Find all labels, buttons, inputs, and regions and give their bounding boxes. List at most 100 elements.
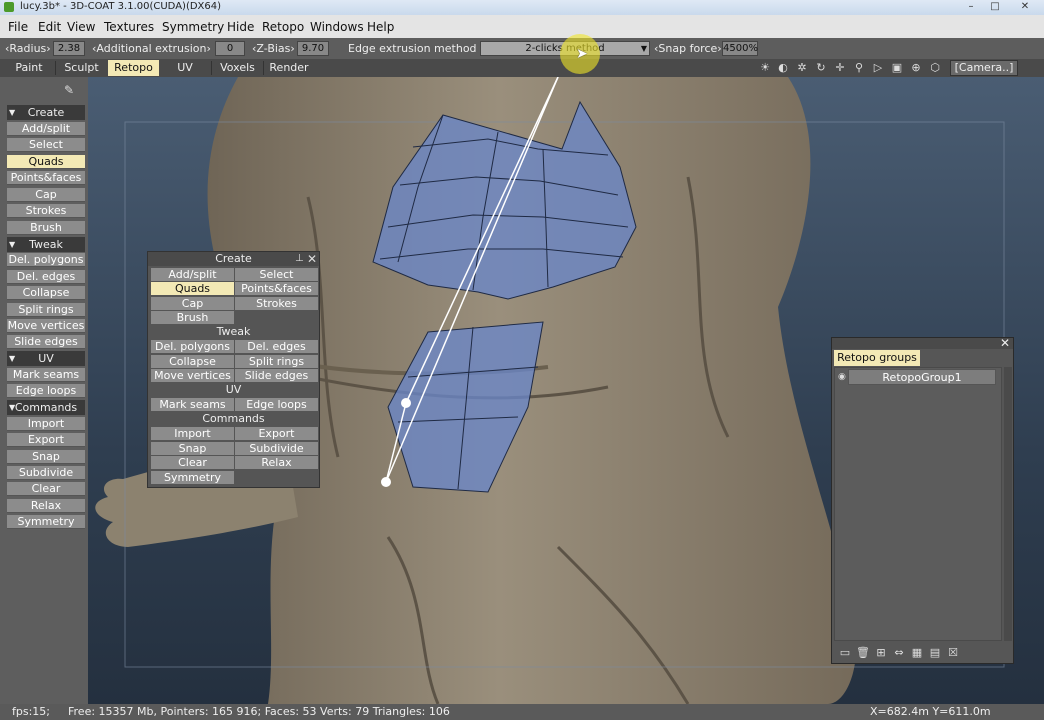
close-icon[interactable]: ✕ xyxy=(1000,336,1010,350)
float-select[interactable]: Select xyxy=(235,268,318,281)
new-layer-icon[interactable]: ▭ xyxy=(838,646,852,660)
tool-brush[interactable]: Brush xyxy=(7,221,85,235)
move-icon[interactable]: ✛ xyxy=(833,61,847,75)
tool-split-rings[interactable]: Split rings xyxy=(7,303,85,317)
float-move-vertices[interactable]: Move vertices xyxy=(151,369,234,382)
target-icon[interactable]: ⊕ xyxy=(909,61,923,75)
create-section-label: Create xyxy=(27,106,65,119)
rotate-icon[interactable]: ↻ xyxy=(814,61,828,75)
panel-title[interactable]: Create xyxy=(148,252,319,266)
float-clear[interactable]: Clear xyxy=(151,456,234,469)
float-quads[interactable]: Quads xyxy=(151,282,234,295)
menu-view[interactable]: View xyxy=(67,20,95,34)
half-circle-icon[interactable]: ◐ xyxy=(776,61,790,75)
menu-help[interactable]: Help xyxy=(367,20,394,34)
create-section-header[interactable]: ▼ Create xyxy=(7,105,85,120)
tweak-section-header[interactable]: ▼ Tweak xyxy=(7,237,85,252)
menu-textures[interactable]: Textures xyxy=(104,20,154,34)
eye-icon[interactable]: ◉ xyxy=(838,372,848,382)
tool-del-edges[interactable]: Del. edges xyxy=(7,270,85,284)
menu-file[interactable]: File xyxy=(8,20,28,34)
panel-drag-strip[interactable] xyxy=(832,338,1013,349)
cube-icon[interactable]: ⬡ xyxy=(928,61,942,75)
group-row[interactable]: RetopoGroup1 xyxy=(848,369,996,385)
cmd-export[interactable]: Export xyxy=(7,433,85,447)
tab-sculpt[interactable]: Sculpt xyxy=(56,60,107,76)
layers-icon[interactable]: ▤ xyxy=(928,646,942,660)
tool-points-faces[interactable]: Points&faces xyxy=(7,171,85,185)
groups-scrollbar[interactable] xyxy=(1004,367,1012,641)
delete-icon[interactable]: 🗑 xyxy=(856,646,870,660)
tool-quads[interactable]: Quads xyxy=(7,155,85,169)
maximize-button[interactable]: □ xyxy=(984,0,1006,13)
vertex-handle[interactable] xyxy=(381,477,391,487)
vertex-handle[interactable] xyxy=(401,398,411,408)
tab-render[interactable]: Render xyxy=(264,60,314,76)
extrusion-input[interactable]: 0 xyxy=(215,41,245,56)
frame-icon[interactable]: ▣ xyxy=(890,61,904,75)
tool-cap[interactable]: Cap xyxy=(7,188,85,202)
fly-icon[interactable]: ▷ xyxy=(871,61,885,75)
camera-select[interactable]: [Camera..] xyxy=(950,60,1018,76)
float-cap[interactable]: Cap xyxy=(151,297,234,310)
menu-windows[interactable]: Windows xyxy=(310,20,364,34)
menu-symmetry[interactable]: Symmetry xyxy=(162,20,224,34)
float-slide-edges[interactable]: Slide edges xyxy=(235,369,318,382)
cmd-clear[interactable]: Clear xyxy=(7,482,85,496)
float-symmetry[interactable]: Symmetry xyxy=(151,471,234,484)
cmd-import[interactable]: Import xyxy=(7,417,85,431)
close-window-button[interactable]: ✕ xyxy=(1010,0,1040,13)
tab-voxels[interactable]: Voxels xyxy=(212,60,263,76)
float-del-edges[interactable]: Del. edges xyxy=(235,340,318,353)
float-subdivide[interactable]: Subdivide xyxy=(235,442,318,455)
menu-edit[interactable]: Edit xyxy=(38,20,61,34)
float-split-rings[interactable]: Split rings xyxy=(235,355,318,368)
menu-hide[interactable]: Hide xyxy=(227,20,254,34)
tool-add-split[interactable]: Add/split xyxy=(7,122,85,136)
cmd-snap[interactable]: Snap xyxy=(7,450,85,464)
cmd-symmetry[interactable]: Symmetry xyxy=(7,515,85,529)
menu-retopo[interactable]: Retopo xyxy=(262,20,304,34)
float-mark-seams[interactable]: Mark seams xyxy=(151,398,234,411)
radius-input[interactable]: 2.38 xyxy=(53,41,85,56)
tool-del-polygons[interactable]: Del. polygons xyxy=(7,253,85,267)
minimize-button[interactable]: – xyxy=(960,0,982,13)
clear-icon[interactable]: ☒ xyxy=(946,646,960,660)
float-points-faces[interactable]: Points&faces xyxy=(235,282,318,295)
float-snap[interactable]: Snap xyxy=(151,442,234,455)
tool-slide-edges[interactable]: Slide edges xyxy=(7,335,85,349)
grid-icon[interactable]: ▦ xyxy=(910,646,924,660)
zoom-icon[interactable]: ⚲ xyxy=(852,61,866,75)
tool-strokes[interactable]: Strokes xyxy=(7,204,85,218)
close-icon[interactable]: ✕ xyxy=(306,252,318,266)
float-strokes[interactable]: Strokes xyxy=(235,297,318,310)
float-import[interactable]: Import xyxy=(151,427,234,440)
float-brush[interactable]: Brush xyxy=(151,311,234,324)
float-add-split[interactable]: Add/split xyxy=(151,268,234,281)
tab-uv[interactable]: UV xyxy=(160,60,210,76)
float-del-polygons[interactable]: Del. polygons xyxy=(151,340,234,353)
snap-force-input[interactable]: 4500% xyxy=(722,41,758,56)
pin-icon[interactable]: ⊥ xyxy=(295,252,305,266)
tool-mark-seams[interactable]: Mark seams xyxy=(7,368,85,382)
tool-collapse[interactable]: Collapse xyxy=(7,286,85,300)
arrows-icon[interactable]: ⇔ xyxy=(892,646,906,660)
uv-section-header[interactable]: ▼ UV xyxy=(7,351,85,366)
zbias-input[interactable]: 9.70 xyxy=(297,41,329,56)
float-collapse[interactable]: Collapse xyxy=(151,355,234,368)
float-relax[interactable]: Relax xyxy=(235,456,318,469)
tab-paint[interactable]: Paint xyxy=(4,60,54,76)
tab-retopo[interactable]: Retopo xyxy=(108,60,159,76)
tool-edge-loops[interactable]: Edge loops xyxy=(7,384,85,398)
tool-move-vertices[interactable]: Move vertices xyxy=(7,319,85,333)
float-edge-loops[interactable]: Edge loops xyxy=(235,398,318,411)
cmd-subdivide[interactable]: Subdivide xyxy=(7,466,85,480)
tab-retopo-groups[interactable]: Retopo groups xyxy=(834,350,920,366)
commands-section-header[interactable]: ▼ Commands xyxy=(7,400,85,415)
float-export[interactable]: Export xyxy=(235,427,318,440)
sun-icon[interactable]: ☀ xyxy=(758,61,772,75)
cmd-relax[interactable]: Relax xyxy=(7,499,85,513)
gear-icon[interactable]: ✲ xyxy=(795,61,809,75)
tool-select[interactable]: Select xyxy=(7,138,85,152)
merge-icon[interactable]: ⊞ xyxy=(874,646,888,660)
